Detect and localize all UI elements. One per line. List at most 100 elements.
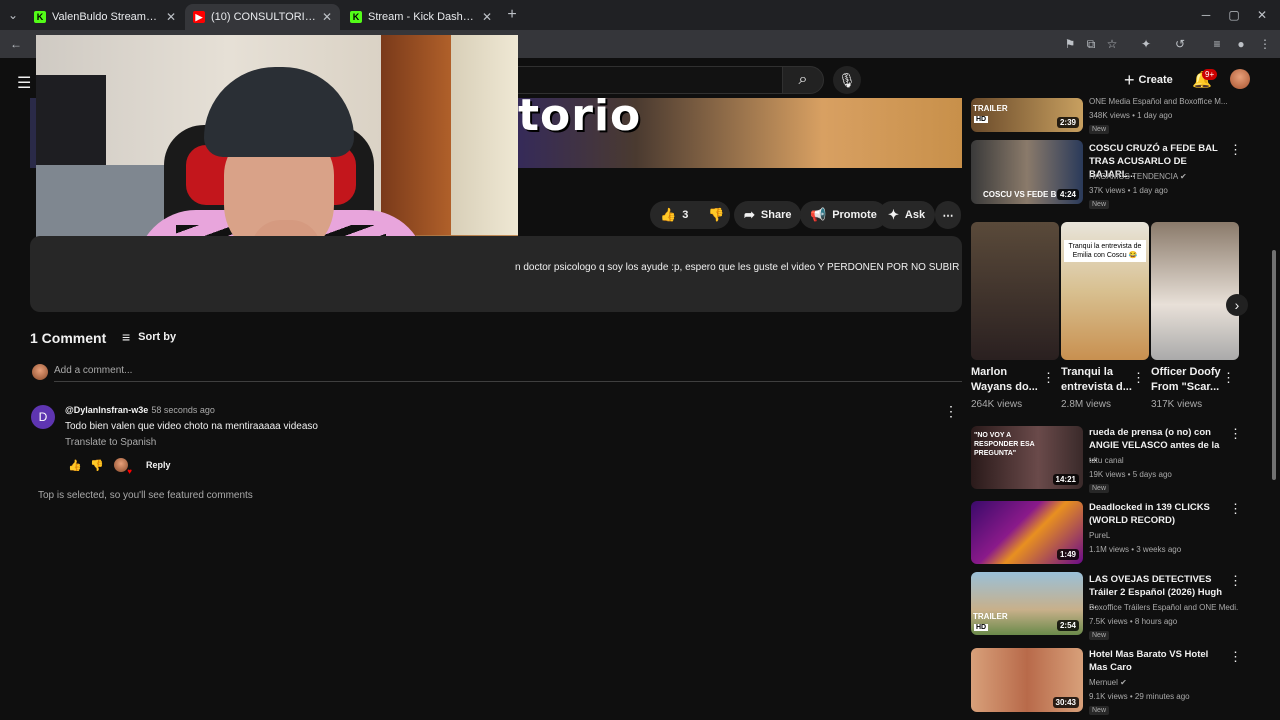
minimize-icon[interactable]: ─ bbox=[1198, 7, 1214, 23]
rec-channel-name: Mernuel bbox=[1089, 678, 1118, 687]
profile-icon[interactable]: ● bbox=[1233, 36, 1249, 52]
rec-meta: 1.1M views • 3 weeks ago bbox=[1089, 545, 1182, 554]
short-more-icon[interactable]: ⋮ bbox=[1132, 370, 1145, 386]
reply-button[interactable]: Reply bbox=[146, 460, 171, 470]
ask-button[interactable]: ✦ Ask bbox=[878, 201, 936, 229]
video-duration: 14:21 bbox=[1052, 474, 1079, 485]
short-thumbnail[interactable]: Tranqui la entrevista de Emilia con Cosc… bbox=[1061, 222, 1149, 360]
sort-by-button[interactable]: ≡ Sort by bbox=[122, 329, 176, 345]
rec-channel[interactable]: PureL bbox=[1089, 531, 1110, 540]
account-avatar[interactable] bbox=[1230, 69, 1250, 89]
comment-time[interactable]: 58 seconds ago bbox=[151, 405, 215, 415]
add-comment-input[interactable]: Add a comment... bbox=[54, 365, 132, 376]
comment-like-icon[interactable]: 👍 bbox=[64, 459, 86, 472]
page-scrollbar[interactable] bbox=[1272, 250, 1276, 480]
install-icon[interactable]: ⧉ bbox=[1083, 36, 1099, 52]
rec-more-icon[interactable]: ⋮ bbox=[1229, 573, 1242, 589]
like-icon[interactable]: 👍 bbox=[660, 207, 676, 223]
create-button[interactable]: + Create bbox=[1124, 68, 1173, 92]
comment-author[interactable]: @DylanInsfran-w3e bbox=[65, 405, 148, 415]
rec-channel[interactable]: ONE Media Español and Boxoffice M... bbox=[1089, 97, 1239, 106]
more-actions-button[interactable]: ⋯ bbox=[935, 201, 961, 229]
short-title[interactable]: Marlon Wayans do... bbox=[971, 365, 1047, 395]
new-tab-icon[interactable]: + bbox=[504, 6, 520, 23]
creator-heart-icon bbox=[114, 458, 132, 476]
short-more-icon[interactable]: ⋮ bbox=[1222, 370, 1235, 386]
rec-thumbnail[interactable]: COSCU VS FEDE B 4:24 bbox=[971, 140, 1083, 204]
rec-channel[interactable]: HAGAMOS TENDENCIA ✔ bbox=[1089, 172, 1187, 181]
notification-badge: 9+ bbox=[1202, 69, 1218, 80]
trailer-label: TRAILER bbox=[973, 104, 1008, 113]
ask-label: Ask bbox=[904, 209, 926, 221]
thumb-overlay-text: "NO VOY A RESPONDER ESA PREGUNTA" bbox=[974, 432, 1035, 457]
search-icon[interactable]: ⌕ bbox=[782, 66, 824, 94]
rec-more-icon[interactable]: ⋮ bbox=[1229, 649, 1242, 665]
sort-label: Sort by bbox=[138, 331, 177, 343]
maximize-icon[interactable]: ▢ bbox=[1226, 7, 1242, 23]
short-title[interactable]: Tranqui la entrevista d... bbox=[1061, 365, 1137, 395]
hd-label: HD bbox=[974, 116, 989, 123]
browser-menu-icon[interactable]: ⋮ bbox=[1257, 36, 1273, 52]
rec-more-icon[interactable]: ⋮ bbox=[1229, 142, 1242, 158]
new-badge: New bbox=[1089, 484, 1110, 493]
search-input[interactable] bbox=[515, 66, 782, 94]
new-badge: New bbox=[1089, 631, 1110, 640]
rec-thumbnail[interactable]: 1:49 bbox=[971, 501, 1083, 564]
share-icon: ➦ bbox=[744, 207, 755, 222]
video-banner-text: torio bbox=[518, 98, 642, 141]
rec-more-icon[interactable]: ⋮ bbox=[1229, 501, 1242, 517]
bookmark-star-icon[interactable]: ☆ bbox=[1104, 36, 1120, 52]
close-icon[interactable]: ✕ bbox=[166, 10, 176, 24]
commenter-avatar[interactable]: D bbox=[31, 405, 55, 429]
menu-icon[interactable]: ☰ bbox=[17, 73, 31, 93]
rec-channel[interactable]: Mernuel ✔ bbox=[1089, 678, 1127, 687]
tab-search-icon[interactable]: ⌄ bbox=[5, 7, 21, 23]
extensions-icon[interactable]: ✦ bbox=[1138, 36, 1154, 52]
rec-channel[interactable]: tdtu canal bbox=[1089, 456, 1124, 465]
add-comment-underline bbox=[54, 381, 962, 382]
short-thumbnail[interactable] bbox=[1151, 222, 1239, 360]
short-title[interactable]: Officer Doofy From "Scar... bbox=[1151, 365, 1227, 395]
tab-kick-dashboard[interactable]: K Stream - Kick Dashboard ✕ bbox=[342, 4, 500, 30]
comment-dislike-icon[interactable]: 👎 bbox=[86, 459, 108, 472]
promote-button[interactable]: 📢 Promote bbox=[800, 201, 887, 229]
microphone-icon[interactable]: 🎙 bbox=[833, 66, 861, 94]
rec-meta: 19K views • 5 days ago bbox=[1089, 470, 1172, 479]
tab-title: ValenBuldo Stream - Watch Live bbox=[52, 11, 160, 23]
plus-icon: + bbox=[1124, 69, 1135, 90]
video-duration: 2:54 bbox=[1056, 620, 1079, 631]
thumb-overlay-text: COSCU VS FEDE B bbox=[983, 190, 1057, 199]
my-avatar bbox=[32, 364, 48, 380]
create-label: Create bbox=[1138, 74, 1173, 86]
short-more-icon[interactable]: ⋮ bbox=[1042, 370, 1055, 386]
rec-thumbnail[interactable]: 30:43 bbox=[971, 648, 1083, 712]
hd-label: HD bbox=[974, 624, 989, 631]
close-icon[interactable]: ✕ bbox=[482, 10, 492, 24]
rec-thumbnail[interactable]: "NO VOY A RESPONDER ESA PREGUNTA" 14:21 bbox=[971, 426, 1083, 489]
back-icon[interactable]: ← bbox=[8, 36, 24, 52]
window-close-icon[interactable]: ✕ bbox=[1254, 7, 1270, 23]
tab-kick-stream[interactable]: K ValenBuldo Stream - Watch Live ✕ bbox=[26, 4, 184, 30]
translate-icon[interactable]: ⚑ bbox=[1062, 36, 1078, 52]
rec-more-icon[interactable]: ⋮ bbox=[1229, 426, 1242, 442]
comment-more-icon[interactable]: ⋮ bbox=[944, 403, 958, 420]
close-icon[interactable]: ✕ bbox=[322, 10, 332, 24]
rec-meta: 9.1K views • 29 minutes ago bbox=[1089, 692, 1190, 701]
rec-title[interactable]: Hotel Mas Barato VS Hotel Mas Caro bbox=[1089, 648, 1224, 674]
short-thumbnail[interactable] bbox=[971, 222, 1059, 360]
reading-list-icon[interactable]: ≡ bbox=[1209, 36, 1225, 52]
tab-youtube[interactable]: ▶ (10) CONSULTORIO CON SEGUI ✕ bbox=[185, 4, 340, 30]
dislike-icon[interactable]: 👎 bbox=[708, 207, 724, 223]
rec-channel[interactable]: Boxoffice Tráilers Español and ONE Medi.… bbox=[1089, 603, 1239, 612]
new-badge: New bbox=[1089, 706, 1110, 715]
verified-icon: ✔ bbox=[1120, 678, 1127, 687]
rec-title[interactable]: Deadlocked in 139 CLICKS (WORLD RECORD) bbox=[1089, 501, 1224, 527]
translate-link[interactable]: Translate to Spanish bbox=[65, 437, 156, 448]
chevron-right-icon[interactable]: › bbox=[1226, 294, 1248, 316]
rec-meta: 348K views • 1 day ago bbox=[1089, 111, 1173, 120]
rec-thumbnail[interactable]: TRAILER HD 2:54 bbox=[971, 572, 1083, 635]
history-icon[interactable]: ↺ bbox=[1172, 36, 1188, 52]
description-box[interactable] bbox=[30, 236, 962, 312]
rec-thumbnail[interactable]: TRAILER HD 2:39 bbox=[971, 98, 1083, 132]
share-button[interactable]: ➦ Share bbox=[734, 201, 802, 229]
